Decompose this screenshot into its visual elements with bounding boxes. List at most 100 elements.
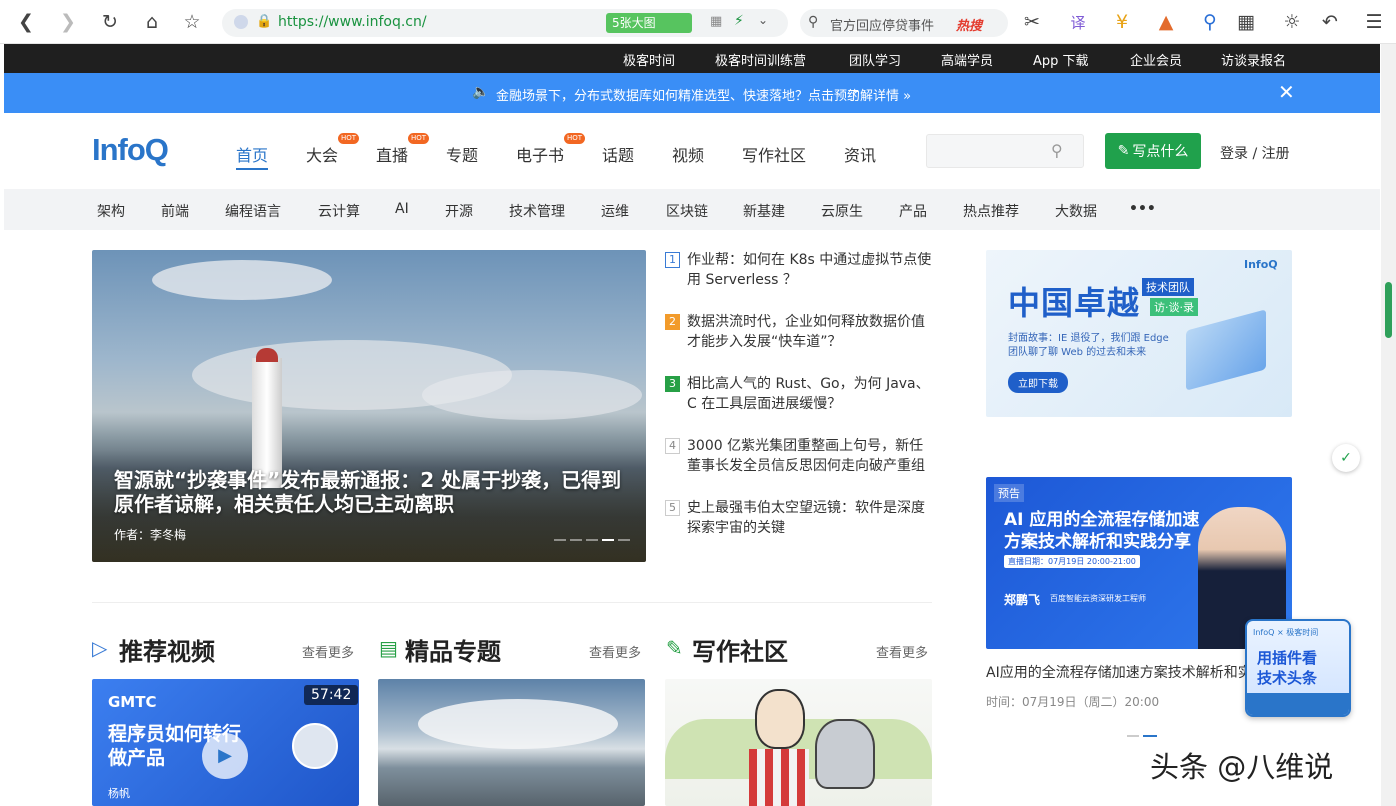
hot-list-item[interactable]: 4 3000 亿紫光集团重整画上句号，新任董事长发全员信反思因何走向破产重组	[665, 436, 933, 476]
ad-carousel-dot-active[interactable]	[1143, 735, 1157, 737]
grid-icon[interactable]: ▦	[710, 14, 722, 29]
back-icon[interactable]: ❮	[14, 10, 38, 34]
nav-topics[interactable]: 专题	[446, 142, 478, 166]
top-link-geektime[interactable]: 极客时间	[623, 50, 675, 69]
nav-writing[interactable]: 写作社区	[742, 142, 806, 166]
hot-list-title[interactable]: 史上最强韦伯太空望远镜：软件是深度探索宇宙的关键	[665, 498, 933, 538]
url-text[interactable]: https://www.infoq.cn/	[278, 14, 427, 30]
nav-home[interactable]: 首页	[236, 142, 268, 166]
coupon-icon[interactable]: ¥	[1110, 10, 1134, 34]
search-icon[interactable]: ⚲	[1051, 141, 1063, 160]
top-link-app[interactable]: App 下载	[1033, 50, 1089, 69]
translate-icon[interactable]: 译	[1066, 10, 1090, 34]
more-link-video[interactable]: 查看更多	[302, 642, 354, 661]
more-categories-button[interactable]: •••	[1129, 201, 1156, 217]
hot-list-title[interactable]: 3000 亿紫光集团重整画上句号，新任董事长发全员信反思因何走向破产重组	[665, 436, 933, 476]
announcement-text[interactable]: 金融场景下，分布式数据库如何精准选型、快速落地？点击预约	[496, 85, 860, 104]
address-bar[interactable]: 🔒 https://www.infoq.cn/ 5张大图 ▦ ⚡ ⌄	[222, 9, 788, 37]
scrollbar-thumb[interactable]	[1385, 282, 1392, 338]
hot-list-item[interactable]: 1 作业帮：如何在 K8s 中通过虚拟节点使用 Serverless ？	[665, 250, 933, 290]
close-icon[interactable]: ✕	[1278, 80, 1295, 104]
nav-subjects[interactable]: 话题	[602, 142, 634, 166]
magnifier-icon[interactable]: ⚲	[1198, 10, 1222, 34]
announcement-bar: 🔈 金融场景下，分布式数据库如何精准选型、快速落地？点击预约 了解详情 » ✕	[4, 73, 1380, 113]
infoq-logo[interactable]: InfoQ	[92, 132, 169, 168]
ad-carousel-dot[interactable]	[1127, 735, 1139, 737]
big-pic-button[interactable]: 5张大图	[606, 13, 692, 33]
write-button[interactable]: ✎ 写点什么	[1105, 133, 1201, 169]
category-item[interactable]: 热点推荐	[963, 201, 1019, 221]
category-item[interactable]: 新基建	[743, 201, 785, 221]
nav-news[interactable]: 资讯	[844, 142, 876, 166]
hot-search-label[interactable]: 热搜	[956, 15, 982, 34]
plugin-promo[interactable]: InfoQ × 极客时间 用插件看 技术头条	[1245, 619, 1351, 717]
more-link-topics[interactable]: 查看更多	[589, 642, 641, 661]
ad-banner-interview[interactable]: 中国卓越 技术团队 访·谈·录 InfoQ 封面故事：IE 退役了，我们跟 Ed…	[986, 250, 1292, 417]
category-item[interactable]: 架构	[97, 201, 125, 221]
carousel-dot[interactable]	[586, 539, 598, 541]
play-icon[interactable]: ▶	[202, 733, 248, 779]
hero-carousel[interactable]: 智源就“抄袭事件”发布最新通报：2 处属于抄袭，已得到原作者谅解，相关责任人均已…	[92, 250, 646, 562]
hero-title[interactable]: 智源就“抄袭事件”发布最新通报：2 处属于抄袭，已得到原作者谅解，相关责任人均已…	[114, 468, 634, 516]
category-item[interactable]: 前端	[161, 201, 189, 221]
forward-icon[interactable]: ❯	[56, 10, 80, 34]
top-link-team[interactable]: 团队学习	[849, 50, 901, 69]
topic-card[interactable]	[378, 679, 645, 806]
bolt-icon[interactable]: ⚡	[734, 13, 744, 29]
hero-author[interactable]: 作者：李冬梅	[114, 526, 186, 543]
section-title-topics: 精品专题	[405, 638, 501, 666]
menu-icon[interactable]: ☰	[1362, 10, 1386, 34]
top-link-enterprise[interactable]: 企业会员	[1130, 50, 1182, 69]
home-icon[interactable]: ⌂	[140, 10, 164, 34]
category-item[interactable]: 云计算	[318, 201, 360, 221]
hot-list-title[interactable]: 数据洪流时代，企业如何释放数据价值才能步入发展“快车道”？	[665, 312, 933, 352]
top-link-camp[interactable]: 极客时间训练营	[715, 50, 806, 69]
plugin-line2: 技术头条	[1257, 669, 1318, 687]
hot-list-item[interactable]: 5 史上最强韦伯太空望远镜：软件是深度探索宇宙的关键	[665, 498, 933, 538]
login-register-link[interactable]: 登录 / 注册	[1220, 143, 1290, 163]
site-search-input[interactable]: ⚲	[926, 134, 1084, 168]
announcement-link[interactable]: 了解详情 »	[847, 85, 911, 104]
ad2-caption[interactable]: AI应用的全流程存储加速方案技术解析和实	[986, 662, 1248, 682]
scissors-icon[interactable]: ✂	[1020, 10, 1044, 34]
carousel-dot[interactable]	[618, 539, 630, 541]
browser-search-box[interactable]: ⚲ 官方回应停贷事件 热搜	[800, 9, 1008, 37]
category-item[interactable]: 技术管理	[509, 201, 565, 221]
game-icon[interactable]: ▲	[1154, 10, 1178, 34]
category-item[interactable]: 区块链	[666, 201, 708, 221]
undo-icon[interactable]: ↶	[1318, 10, 1342, 34]
category-item[interactable]: AI	[395, 201, 409, 217]
ad1-cta[interactable]: 立即下载	[1008, 372, 1068, 393]
carousel-dot[interactable]	[570, 539, 582, 541]
hot-list-title[interactable]: 相比高人气的 Rust、Go，为何 Java、C 在工具层面进展缓慢？	[665, 374, 933, 414]
category-item[interactable]: 大数据	[1055, 201, 1097, 221]
nav-video[interactable]: 视频	[672, 142, 704, 166]
brightness-icon[interactable]: ☼	[1280, 10, 1304, 34]
extension-float-icon[interactable]: ✓	[1332, 444, 1360, 472]
hot-list-item[interactable]: 3 相比高人气的 Rust、Go，为何 Java、C 在工具层面进展缓慢？	[665, 374, 933, 414]
nav-live[interactable]: 直播 HOT	[376, 133, 430, 166]
scrollbar-track[interactable]	[1381, 44, 1396, 806]
nav-conference[interactable]: 大会 HOT	[306, 133, 360, 166]
bookmark-star-icon[interactable]: ☆	[180, 10, 204, 34]
category-item[interactable]: 编程语言	[225, 201, 281, 221]
hot-badge: HOT	[407, 133, 430, 144]
reload-icon[interactable]: ↻	[98, 10, 122, 34]
carousel-dot-active[interactable]	[602, 539, 614, 541]
category-item[interactable]: 云原生	[821, 201, 863, 221]
top-link-interview[interactable]: 访谈录报名	[1221, 50, 1286, 69]
category-item[interactable]: 运维	[601, 201, 629, 221]
chevron-down-icon[interactable]: ⌄	[758, 13, 768, 27]
hot-list-title[interactable]: 作业帮：如何在 K8s 中通过虚拟节点使用 Serverless ？	[665, 250, 933, 290]
category-item[interactable]: 开源	[445, 201, 473, 221]
apps-icon[interactable]: ▦	[1234, 10, 1258, 34]
category-item[interactable]: 产品	[899, 201, 927, 221]
more-link-writing[interactable]: 查看更多	[876, 642, 928, 661]
top-link-student[interactable]: 高端学员	[941, 50, 993, 69]
carousel-dot[interactable]	[554, 539, 566, 541]
video-card[interactable]: GMTC 程序员如何转行 做产品 57:42 ▶ 杨帆	[92, 679, 359, 806]
nav-ebook[interactable]: 电子书 HOT	[516, 133, 586, 166]
hot-list-item[interactable]: 2 数据洪流时代，企业如何释放数据价值才能步入发展“快车道”？	[665, 312, 933, 352]
site-info-icon[interactable]	[234, 15, 248, 29]
writing-card[interactable]	[665, 679, 932, 806]
